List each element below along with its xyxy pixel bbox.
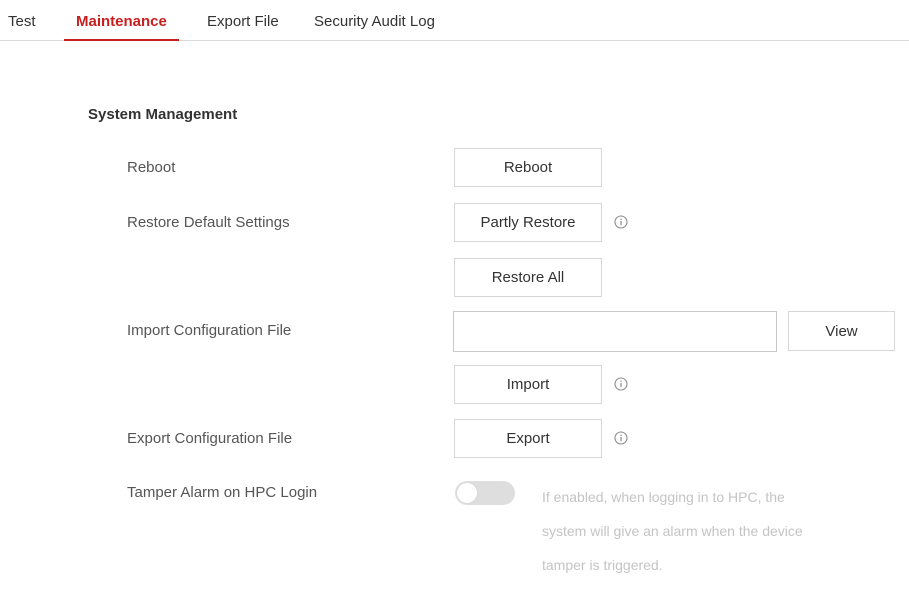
import-config-label: Import Configuration File bbox=[127, 322, 292, 339]
restore-default-label: Restore Default Settings bbox=[127, 214, 290, 231]
export-config-label: Export Configuration File bbox=[127, 430, 293, 447]
import-button[interactable]: Import bbox=[454, 365, 602, 404]
info-icon[interactable] bbox=[614, 431, 628, 445]
tab-bar: Test Maintenance Export File Security Au… bbox=[0, 0, 909, 41]
tab-test[interactable]: Test bbox=[8, 0, 36, 40]
hint-line: system will give an alarm when the devic… bbox=[542, 523, 803, 539]
section-title: System Management bbox=[88, 106, 238, 123]
tamper-alarm-hint: If enabled, when logging in to HPC, the … bbox=[542, 480, 872, 582]
tamper-alarm-label: Tamper Alarm on HPC Login bbox=[127, 484, 318, 501]
restore-all-button[interactable]: Restore All bbox=[454, 258, 602, 297]
hint-line: tamper is triggered. bbox=[542, 557, 663, 573]
reboot-label: Reboot bbox=[127, 159, 176, 176]
tab-maintenance[interactable]: Maintenance bbox=[64, 0, 179, 41]
info-icon[interactable] bbox=[614, 377, 628, 391]
tab-export-file[interactable]: Export File bbox=[207, 0, 279, 40]
toggle-knob bbox=[457, 483, 477, 503]
maintenance-page: Test Maintenance Export File Security Au… bbox=[0, 0, 909, 596]
tamper-alarm-toggle[interactable] bbox=[455, 481, 515, 505]
hint-line: If enabled, when logging in to HPC, the bbox=[542, 489, 785, 505]
view-button[interactable]: View bbox=[788, 311, 895, 351]
info-icon[interactable] bbox=[614, 215, 628, 229]
reboot-button[interactable]: Reboot bbox=[454, 148, 602, 187]
partly-restore-button[interactable]: Partly Restore bbox=[454, 203, 602, 242]
config-file-path-input[interactable] bbox=[453, 311, 777, 352]
tab-security-audit-log[interactable]: Security Audit Log bbox=[314, 0, 435, 40]
export-button[interactable]: Export bbox=[454, 419, 602, 458]
